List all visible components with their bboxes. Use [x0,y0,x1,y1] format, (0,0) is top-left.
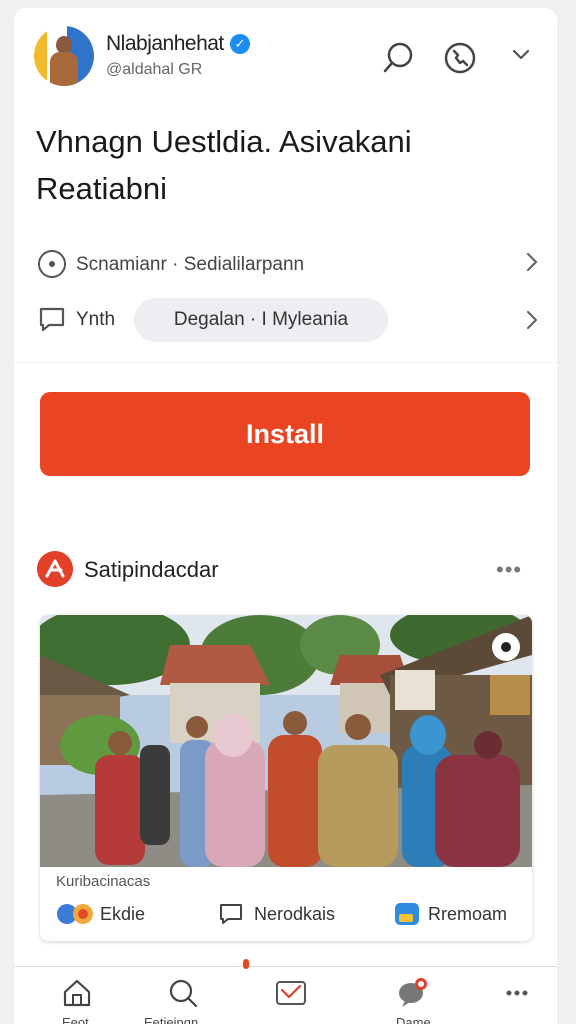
avatar-body [50,52,78,86]
user-name[interactable]: Nlabjanhehat [106,32,224,56]
bottom-nav: Eeot Eetieingn Dame [14,959,557,1024]
more-icon[interactable] [500,977,534,1009]
photo-caption: Kuribacinacas [56,873,151,890]
active-indicator [243,959,249,969]
photo-card[interactable]: Kuribacinacas Ekdie Nerodkais Rremoam [40,615,532,941]
post-header-card: Nlabjanhehat ✓ @aldahal GR Vhnagn Uestld… [14,8,557,362]
comment-icon [39,307,65,332]
search-icon[interactable] [166,977,200,1009]
app-action-label: Rremoam [428,904,508,924]
chevron-right-icon [526,252,538,272]
sound-icon[interactable] [492,633,520,661]
app-logo-icon [37,551,73,587]
nav-home-label[interactable]: Eeot [62,1015,89,1024]
install-button[interactable]: Install [40,392,530,476]
home-icon[interactable] [60,977,94,1009]
mail-icon[interactable] [274,977,308,1009]
chevron-down-icon[interactable] [511,44,531,64]
avatar[interactable] [34,26,94,86]
comment-label: Ynth [76,309,116,330]
more-options-icon[interactable]: ••• [496,557,522,583]
location-chip[interactable]: Degalan · I Myleania [134,298,388,342]
user-handle: @aldahal GR [106,61,203,78]
post-title: Vhnagn Uestldia. Asivakani Reatiabni [36,124,412,206]
reaction-icon [57,904,93,924]
village-photo[interactable] [40,615,532,867]
check-badge-icon: ✓ [230,34,250,54]
comment-row[interactable]: Ynth Degalan · I Myleania [36,298,538,342]
nav-chat-label[interactable]: Dame [396,1015,431,1024]
reaction-label: Ekdie [100,904,146,924]
chat-icon[interactable] [396,977,430,1009]
clock-icon [38,250,66,278]
section-title: Satipindacdar [84,557,219,582]
comment-action-label: Nerodkais [254,904,336,924]
search-icon[interactable] [380,40,416,76]
schedule-row[interactable]: Scnamianr · Sedialilarpann [36,246,538,282]
call-icon[interactable] [442,40,478,76]
app-icon [395,903,419,925]
content-card: Install Satipindacdar ••• Kuribacinacas … [14,363,557,973]
nav-search-label[interactable]: Eetieingn [144,1015,198,1024]
comment-icon [220,904,242,924]
schedule-text: Scnamianr · Sedialilarpann [76,254,305,275]
chevron-right-icon [526,310,538,330]
